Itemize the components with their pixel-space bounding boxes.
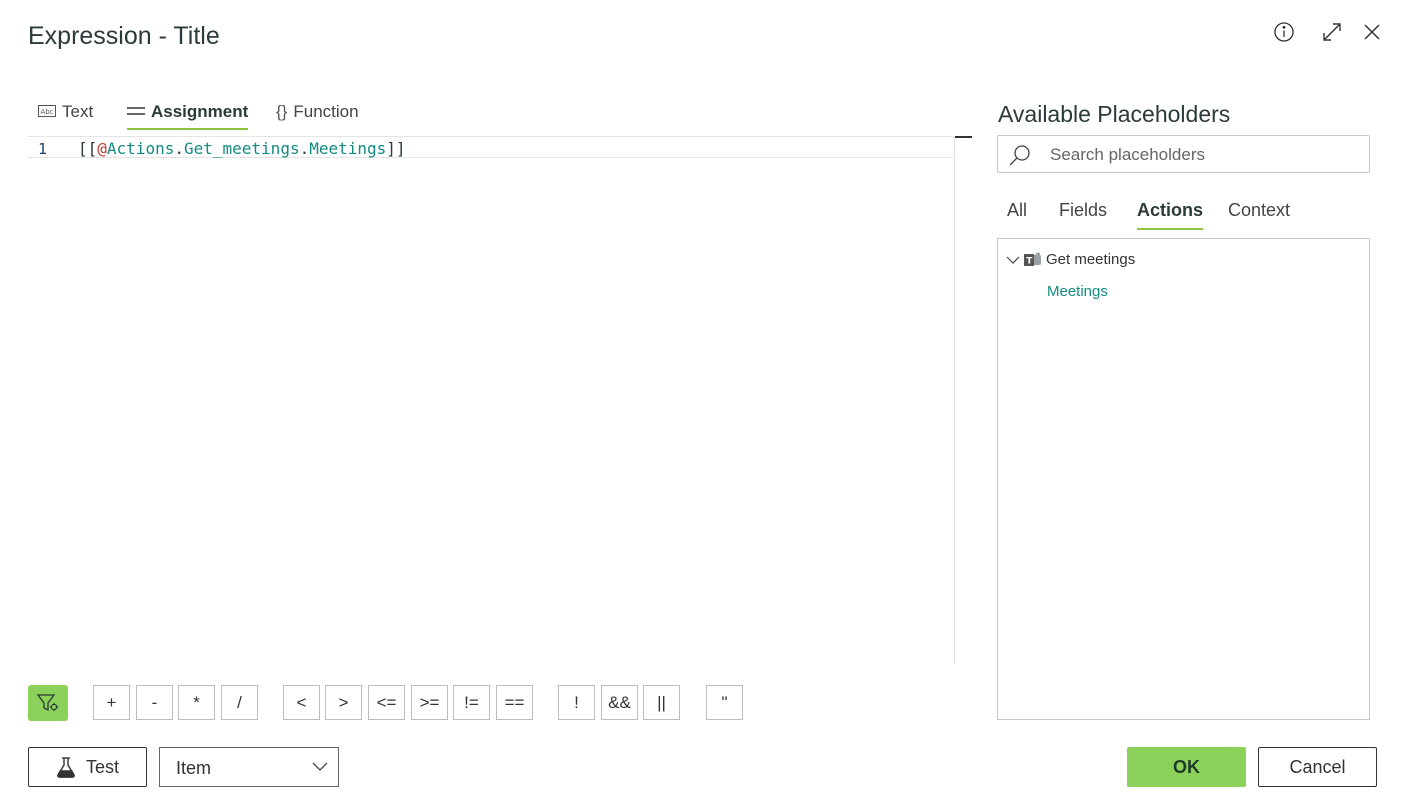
svg-text:Abc: Abc [41, 108, 54, 116]
tab-function[interactable]: {} Function [276, 94, 359, 130]
operator-not-equal-button[interactable]: != [453, 685, 490, 720]
tab-actions[interactable]: Actions [1137, 190, 1204, 230]
tab-all[interactable]: All [1007, 190, 1027, 230]
test-button[interactable]: Test [28, 747, 147, 787]
tab-assignment[interactable]: Assignment [127, 94, 249, 130]
placeholders-title: Available Placeholders [998, 101, 1231, 127]
tab-fields-label: Fields [1059, 199, 1108, 220]
braces-icon: {} [276, 102, 288, 121]
chevron-down-icon [312, 762, 328, 771]
test-button-label: Test [85, 756, 119, 777]
context-select-value: Item [176, 758, 212, 778]
ok-button-label: OK [1173, 756, 1200, 777]
tab-fields[interactable]: Fields [1059, 190, 1107, 230]
operator-or-button[interactable]: || [643, 685, 680, 720]
expand-icon[interactable] [1320, 20, 1344, 44]
tab-context-label: Context [1228, 199, 1291, 220]
code-dot: . [174, 139, 184, 158]
tab-actions-label: Actions [1137, 199, 1204, 220]
placeholder-search-box[interactable] [997, 135, 1370, 173]
context-select[interactable]: Item [159, 747, 339, 787]
operator-and-button[interactable]: && [601, 685, 638, 720]
code-token-action-name: Get_meetings [183, 139, 300, 158]
operator-plus-button[interactable]: + [93, 685, 130, 720]
code-token-output: Meetings [309, 139, 387, 158]
expression-editor[interactable]: 1 [[@Actions.Get_meetings.Meetings]] [28, 136, 955, 664]
dialog-title: Expression - Title [28, 22, 220, 50]
close-icon[interactable] [1360, 20, 1384, 44]
code-open-brackets: [[ [78, 139, 98, 158]
tab-assignment-label: Assignment [151, 102, 249, 121]
tab-function-label: Function [293, 102, 359, 121]
code-token-actions: Actions [106, 139, 175, 158]
teams-icon: T [1024, 252, 1041, 266]
ok-button[interactable]: OK [1127, 747, 1246, 787]
tree-node-get-meetings[interactable]: T Get meetings [1006, 251, 1135, 268]
svg-text:T: T [1026, 256, 1033, 266]
operator-divide-button[interactable]: / [221, 685, 258, 720]
editor-scrollbar-thumb[interactable] [955, 136, 972, 138]
tab-context[interactable]: Context [1228, 190, 1290, 230]
cancel-button-label: Cancel [1289, 756, 1346, 777]
chevron-down-icon[interactable] [1006, 255, 1020, 265]
tree-node-label: Get meetings [1046, 251, 1136, 268]
tab-all-label: All [1007, 199, 1028, 220]
search-icon [1009, 145, 1030, 166]
operator-minus-button[interactable]: - [136, 685, 173, 720]
editor-line[interactable]: 1 [[@Actions.Get_meetings.Meetings]] [28, 136, 954, 158]
operator-quote-button[interactable]: " [706, 685, 743, 720]
operator-greater-than-button[interactable]: > [325, 685, 362, 720]
abc-icon: Abc [38, 104, 56, 120]
code-at-sign: @ [97, 139, 107, 158]
operator-greater-equal-button[interactable]: >= [411, 685, 448, 720]
cancel-button[interactable]: Cancel [1258, 747, 1377, 787]
tree-leaf-meetings[interactable]: Meetings [1047, 283, 1108, 300]
filter-settings-button[interactable] [28, 685, 68, 721]
equals-icon [127, 105, 145, 120]
code-close-brackets: ]] [386, 139, 406, 158]
operator-multiply-button[interactable]: * [178, 685, 215, 720]
operator-less-than-button[interactable]: < [283, 685, 320, 720]
code-dot: . [299, 139, 310, 158]
expression-code[interactable]: [[@Actions.Get_meetings.Meetings]] [78, 139, 406, 158]
tab-text[interactable]: Abc Text [38, 94, 93, 130]
line-number: 1 [38, 140, 48, 158]
operator-less-equal-button[interactable]: <= [368, 685, 405, 720]
operator-not-button[interactable]: ! [558, 685, 595, 720]
flask-icon [57, 757, 75, 778]
tab-text-label: Text [62, 102, 94, 121]
placeholder-tree: T Get meetings Meetings [997, 238, 1370, 720]
filter-gear-icon [36, 694, 59, 712]
operator-equal-button[interactable]: == [496, 685, 533, 720]
search-input[interactable] [1048, 141, 1362, 169]
info-icon[interactable] [1272, 20, 1296, 44]
